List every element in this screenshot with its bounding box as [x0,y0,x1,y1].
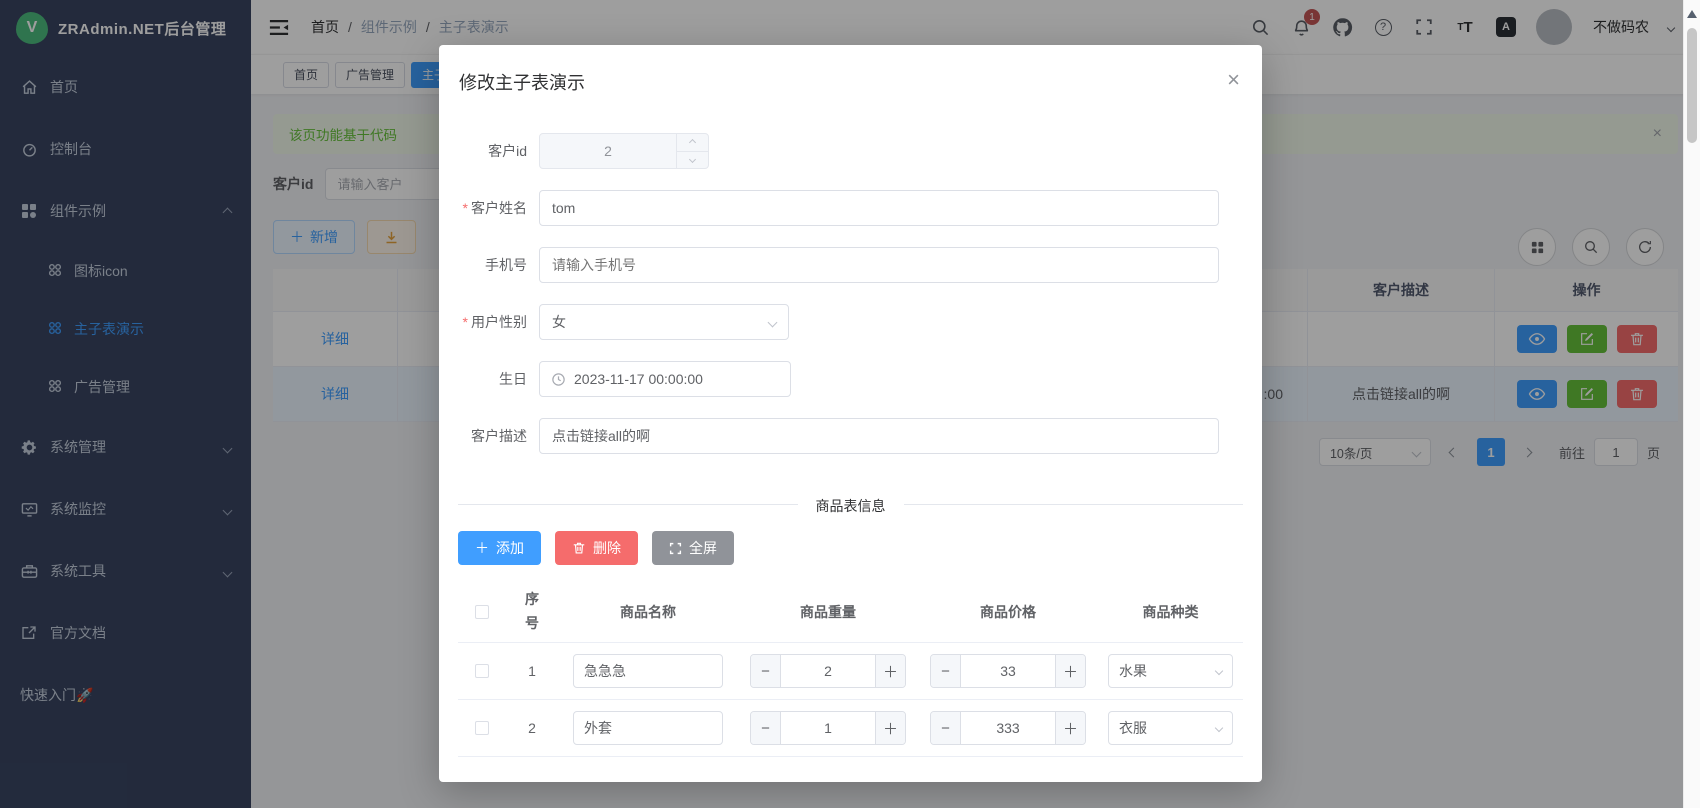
section-title: 商品表信息 [798,496,904,516]
minus-icon[interactable]: − [751,655,781,687]
section-divider: 商品表信息 [458,504,1243,505]
field-label: 客户描述 [439,426,539,446]
gender-select[interactable]: 女 [539,304,789,340]
minus-icon[interactable]: − [931,712,961,744]
form-row-phone: 手机号 [439,247,1262,283]
customer-id-stepper: 2 [539,133,709,169]
plus-icon[interactable]: ＋ [875,712,905,744]
birthday-date-picker[interactable]: 2023-11-17 00:00:00 [539,361,791,397]
plus-icon[interactable]: ＋ [1055,712,1085,744]
form-row-birthday: 生日 2023-11-17 00:00:00 [439,361,1262,397]
product-type-select[interactable]: 水果 [1108,654,1233,688]
close-icon[interactable]: × [1227,69,1240,91]
child-table-toolbar: ＋ 添加 删除 全屏 [458,531,1243,565]
customer-name-input[interactable] [539,190,1219,226]
phone-input[interactable] [539,247,1219,283]
browser-scrollbar[interactable] [1683,0,1700,808]
row-index: 2 [506,720,558,736]
required-asterisk: * [463,200,468,216]
price-stepper: − 333 ＋ [930,711,1086,745]
field-label: 客户id [439,141,539,161]
dialog-form: 客户id 2 *客户姓名 手机号 *用户性别 [439,133,1262,454]
scroll-up-arrow[interactable] [1687,10,1697,18]
customer-id-value: 2 [540,134,676,168]
weight-value[interactable]: 1 [781,712,875,744]
weight-stepper: − 1 ＋ [750,711,906,745]
plus-icon[interactable]: ＋ [1055,655,1085,687]
row-checkbox[interactable] [475,721,489,735]
price-value[interactable]: 33 [961,655,1055,687]
child-delete-button[interactable]: 删除 [555,531,638,565]
product-table: 序号 商品名称 商品重量 商品价格 商品种类 1 − 2 ＋ − 33 ＋ [458,581,1243,757]
chevron-down-icon [1215,667,1223,675]
weight-stepper: − 2 ＋ [750,654,906,688]
increase-icon[interactable] [677,134,708,152]
field-label: *客户姓名 [439,198,539,218]
product-row: 2 − 1 ＋ − 333 ＋ 衣服 [458,700,1243,757]
product-name-input[interactable] [573,654,723,688]
app-root: V ZRAdmin.NET后台管理 首页 控制台 组件示例 [0,0,1700,808]
minus-icon[interactable]: − [751,712,781,744]
dialog-header: 修改主子表演示 × [439,45,1262,95]
price-stepper: − 33 ＋ [930,654,1086,688]
col-price-header: 商品价格 [918,602,1098,622]
plus-icon[interactable]: ＋ [875,655,905,687]
col-type-header: 商品种类 [1098,602,1243,622]
product-name-input[interactable] [573,711,723,745]
product-row: 1 − 2 ＋ − 33 ＋ 水果 [458,643,1243,700]
form-row-description: 客户描述 [439,418,1262,454]
minus-icon[interactable]: − [931,655,961,687]
edit-dialog: 修改主子表演示 × 客户id 2 *客户姓名 手机号 [439,45,1262,782]
field-label: 手机号 [439,255,539,275]
scrollbar-thumb[interactable] [1687,28,1697,143]
clock-icon [551,372,566,387]
row-index: 1 [506,663,558,679]
dialog-title: 修改主子表演示 [459,69,1242,95]
form-row-customer-name: *客户姓名 [439,190,1262,226]
col-weight-header: 商品重量 [738,602,918,622]
trash-icon [572,541,586,555]
weight-value[interactable]: 2 [781,655,875,687]
field-label: *用户性别 [439,312,539,332]
price-value[interactable]: 333 [961,712,1055,744]
fullscreen-icon [669,542,682,555]
field-label: 生日 [439,369,539,389]
plus-icon: ＋ [475,538,489,558]
chevron-down-icon [768,317,778,327]
form-row-gender: *用户性别 女 [439,304,1262,340]
child-fullscreen-button[interactable]: 全屏 [652,531,734,565]
description-input[interactable] [539,418,1219,454]
required-asterisk: * [463,314,468,330]
chevron-down-icon [1215,724,1223,732]
decrease-icon[interactable] [677,152,708,169]
product-table-header: 序号 商品名称 商品重量 商品价格 商品种类 [458,581,1243,643]
form-row-customer-id: 客户id 2 [439,133,1262,169]
child-add-button[interactable]: ＋ 添加 [458,531,541,565]
select-all-checkbox[interactable] [475,605,489,619]
col-name-header: 商品名称 [558,602,738,622]
product-type-select[interactable]: 衣服 [1108,711,1233,745]
col-no-header: 序号 [524,588,540,636]
row-checkbox[interactable] [475,664,489,678]
